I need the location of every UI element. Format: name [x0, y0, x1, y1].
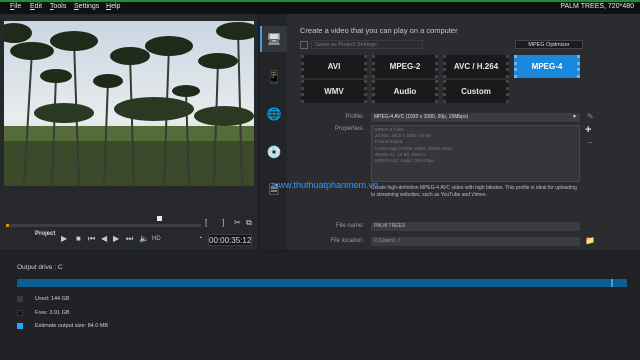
file-location-input[interactable]: C:\Users\...\	[371, 237, 580, 246]
watermark: www.thuthuatphanmem.vn	[272, 180, 379, 190]
video-preview	[4, 21, 254, 186]
split-icon[interactable]: ⧉	[246, 218, 252, 228]
output-drive-label: Output drive : C	[17, 264, 63, 271]
device-icon[interactable]: 📱	[266, 69, 282, 85]
hd-toggle[interactable]: HD	[152, 236, 161, 242]
edit-profile-icon[interactable]: ✎	[587, 112, 594, 121]
stop-icon[interactable]: ■	[76, 234, 81, 243]
cut-icon[interactable]: ✂	[234, 218, 241, 227]
disc-icon[interactable]: 💿	[266, 144, 282, 160]
scrub-handle[interactable]	[157, 216, 162, 221]
menu-bar: File Edit Tools Settings Help PALM TREES…	[0, 0, 640, 14]
output-drive-panel	[0, 252, 640, 360]
menu-file[interactable]: File	[10, 3, 21, 10]
palm-trees-image	[4, 21, 254, 186]
format-title: Create a video that you can play on a co…	[300, 26, 458, 35]
format-custom-button[interactable]: Custom	[443, 80, 509, 103]
format-mpeg2-button[interactable]: MPEG-2	[372, 55, 438, 78]
estimate-legend-label: Estimate output size: 84.0 MB	[35, 323, 109, 329]
used-legend-label: Used: 144 GB	[35, 296, 70, 302]
file-location-label: File location:	[330, 238, 364, 244]
properties-box: MPEG-4 Files 24 bits, 1920 x 1080, 30 fp…	[371, 125, 580, 182]
same-as-project-checkbox[interactable]	[300, 41, 308, 49]
menu-edit[interactable]: Edit	[30, 3, 42, 10]
free-legend-label: Free: 3.91 GB	[35, 310, 70, 316]
next-icon[interactable]: ⏭	[126, 234, 133, 244]
profile-label: Profile:	[345, 114, 364, 120]
web-icon[interactable]: 🌐	[266, 106, 282, 122]
property-line: MPEG AAC Audio: 256 Kbps	[375, 158, 434, 164]
step-forward-icon[interactable]: ▶	[113, 234, 119, 243]
format-audio-button[interactable]: Audio	[372, 80, 438, 103]
estimate-legend-swatch	[17, 323, 23, 329]
timecode-icon: ◔	[198, 235, 203, 242]
profile-dropdown[interactable]: MPEG-4 AVC (1920 x 1080, 30p, 15Mbps) ▼	[371, 113, 580, 122]
step-back-icon[interactable]: ◀	[101, 234, 107, 243]
format-mpeg4-button[interactable]: MPEG-4	[514, 55, 580, 78]
mpeg-optimizer-button[interactable]: MPEG Optimizer	[515, 40, 583, 49]
format-wmv-button[interactable]: WMV	[301, 80, 367, 103]
mark-in-icon[interactable]: [	[205, 218, 207, 227]
folder-icon[interactable]: 📁	[585, 236, 595, 245]
profile-description: Create high-definition MPEG-4 AVC video …	[371, 185, 577, 198]
file-name-input[interactable]: PALM TREES	[371, 222, 580, 231]
menu-settings[interactable]: Settings	[74, 3, 99, 10]
file-name-label: File name:	[335, 223, 364, 229]
scrub-start-marker	[6, 224, 9, 227]
format-avi-button[interactable]: AVI	[301, 55, 367, 78]
previous-icon[interactable]: ⏮	[88, 234, 95, 244]
project-label[interactable]: Project	[35, 231, 55, 237]
drive-usage-bar	[17, 279, 627, 287]
format-avc-button[interactable]: AVC / H.264	[443, 55, 509, 78]
free-legend-swatch	[17, 310, 23, 316]
add-profile-icon[interactable]: +	[585, 124, 591, 136]
properties-label: Properties:	[334, 126, 364, 132]
used-legend-swatch	[17, 296, 23, 302]
chevron-down-icon: ▼	[572, 114, 577, 120]
estimate-marker	[611, 279, 613, 287]
project-title: PALM TREES, 720*480	[560, 3, 634, 10]
menu-tools[interactable]: Tools	[50, 3, 66, 10]
scrub-bar[interactable]	[6, 224, 201, 227]
profile-value: MPEG-4 AVC (1920 x 1080, 30p, 15Mbps)	[374, 114, 469, 120]
remove-profile-icon[interactable]: −	[587, 138, 593, 149]
timecode-display[interactable]: 00:00:35:12	[208, 234, 252, 246]
play-icon[interactable]: ▶	[61, 234, 67, 243]
same-as-project-dropdown[interactable]: Same as Project Settings	[311, 40, 423, 49]
computer-icon[interactable]: 🖥	[266, 31, 282, 47]
mark-out-icon[interactable]: ]	[222, 218, 224, 227]
volume-icon[interactable]: 🔈	[139, 234, 149, 243]
menu-help[interactable]: Help	[106, 3, 120, 10]
